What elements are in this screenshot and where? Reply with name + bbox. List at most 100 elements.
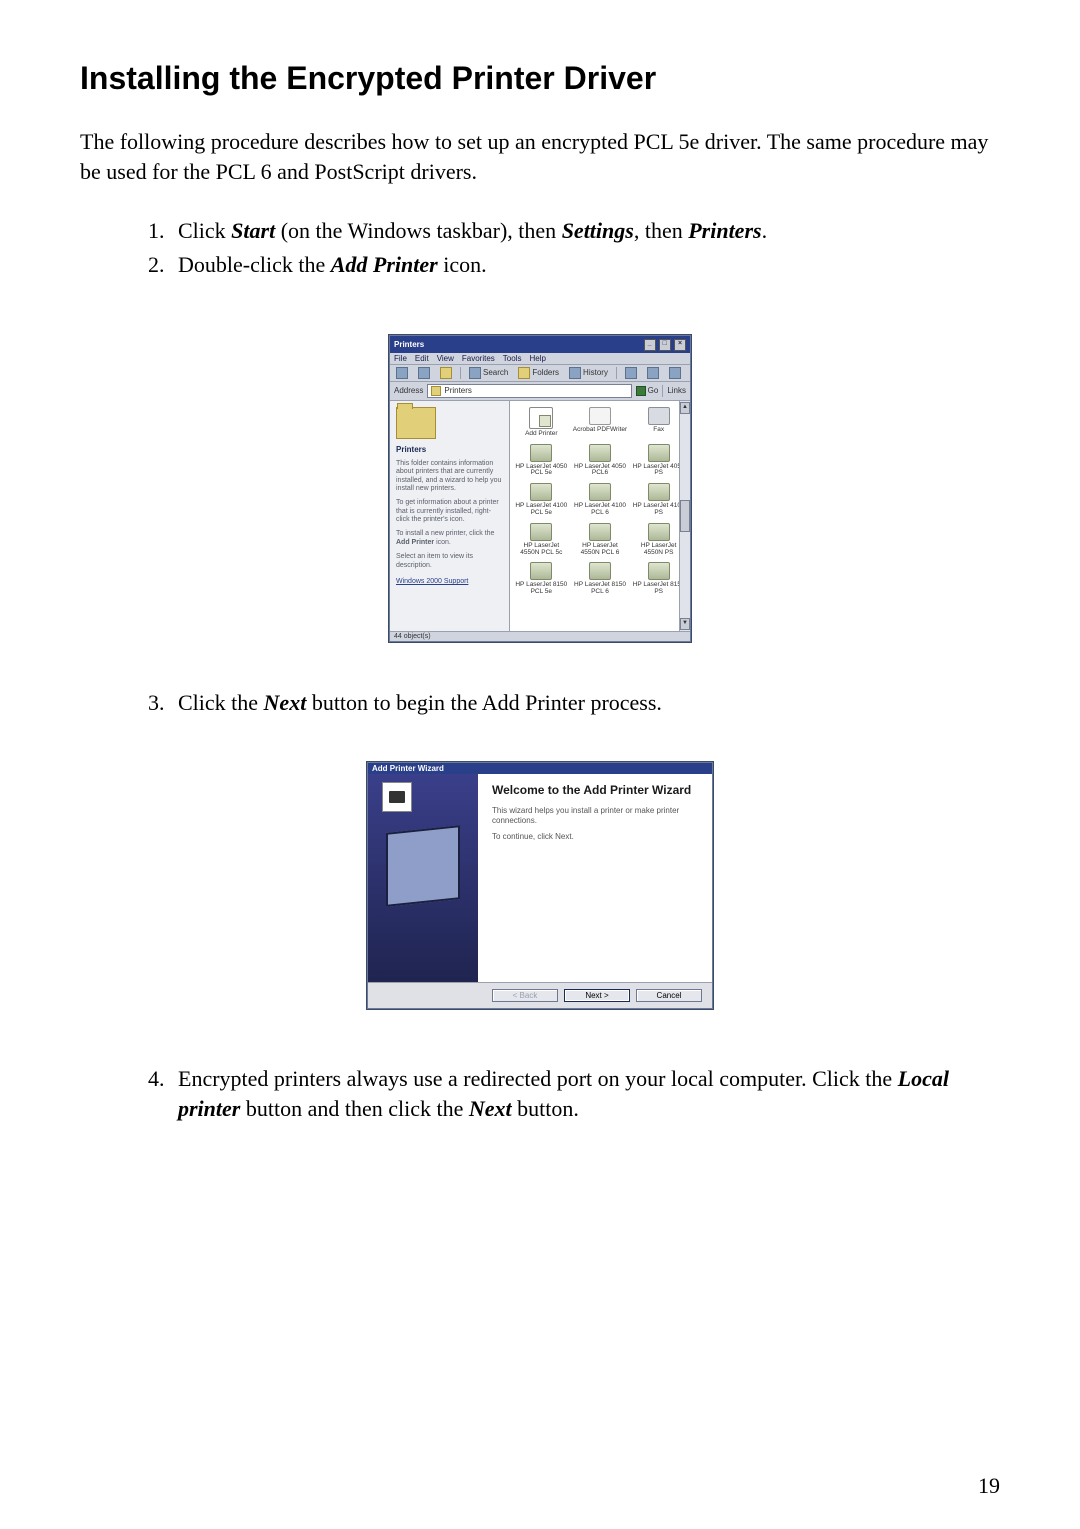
toolbar-separator	[460, 367, 461, 379]
printer-item[interactable]: HP LaserJet 4050 PCL6	[573, 444, 628, 478]
menu-help[interactable]: Help	[529, 354, 545, 363]
printer-icon	[530, 523, 552, 541]
printer-small-icon	[382, 782, 412, 812]
step-text: button and then click the	[240, 1096, 469, 1121]
printer-icon	[530, 483, 552, 501]
item-label: HP LaserJet 4050 PS	[631, 464, 686, 478]
menu-view[interactable]: View	[437, 354, 454, 363]
item-label: HP LaserJet 8150 PCL 5e	[514, 582, 569, 596]
menu-favorites[interactable]: Favorites	[462, 354, 495, 363]
minimize-button[interactable]: _	[644, 339, 656, 351]
item-label: HP LaserJet 4550N PCL 6	[573, 543, 628, 557]
tool-button[interactable]	[667, 367, 683, 379]
printer-item[interactable]: HP LaserJet 8150 PS	[631, 562, 686, 596]
printer-item[interactable]: HP LaserJet 4100 PS	[631, 483, 686, 517]
figure-add-printer-wizard: Add Printer Wizard Welcome to the Add Pr…	[80, 762, 1000, 1009]
search-button[interactable]: Search	[467, 367, 510, 379]
back-button[interactable]	[394, 367, 410, 379]
toolbar-separator	[616, 367, 617, 379]
printer-item[interactable]: HP LaserJet 4050 PS	[631, 444, 686, 478]
wizard-title: Add Printer Wizard	[372, 764, 444, 773]
sidebar-text: Select an item to view its description.	[396, 553, 503, 570]
tool-icon	[669, 367, 681, 379]
printer-item[interactable]: HP LaserJet 4550N PCL 6	[573, 523, 628, 557]
sidebar-text-span: icon.	[434, 539, 451, 546]
search-label: Search	[483, 368, 508, 377]
printer-item[interactable]: Acrobat PDFWriter	[573, 407, 628, 438]
sidebar-text: This folder contains information about p…	[396, 460, 503, 494]
step-emphasis: Next	[264, 690, 307, 715]
tool-button[interactable]	[623, 367, 639, 379]
printer-item[interactable]: HP LaserJet 8150 PCL 6	[573, 562, 628, 596]
menubar: File Edit View Favorites Tools Help	[390, 353, 690, 365]
step-list: Encrypted printers always use a redirect…	[80, 1064, 1000, 1123]
section-heading: Installing the Encrypted Printer Driver	[80, 60, 1000, 97]
up-button[interactable]	[438, 367, 454, 379]
item-label: HP LaserJet 4050 PCL6	[573, 464, 628, 478]
step-text: (on the Windows taskbar), then	[275, 218, 561, 243]
tool-button[interactable]	[645, 367, 661, 379]
window-caption-buttons: _ □ ×	[643, 338, 686, 351]
maximize-button[interactable]: □	[659, 339, 671, 351]
printer-item[interactable]: HP LaserJet 4550N PCL 5c	[514, 523, 569, 557]
wizard-instruction: To continue, click Next.	[492, 832, 698, 842]
printer-item[interactable]: Fax	[631, 407, 686, 438]
forward-button[interactable]	[416, 367, 432, 379]
printer-item[interactable]: HP LaserJet 8150 PCL 5e	[514, 562, 569, 596]
cancel-button[interactable]: Cancel	[636, 989, 702, 1002]
scrollbar[interactable]: ▲ ▼	[679, 401, 690, 631]
item-label: HP LaserJet 4100 PS	[631, 503, 686, 517]
item-label: HP LaserJet 4100 PCL 6	[573, 503, 628, 517]
document-page: Installing the Encrypted Printer Driver …	[0, 0, 1080, 1529]
close-button[interactable]: ×	[674, 339, 686, 351]
next-button[interactable]: Next >	[564, 989, 630, 1002]
printer-item[interactable]: HP LaserJet 4100 PCL 5e	[514, 483, 569, 517]
status-bar: 44 object(s)	[390, 631, 690, 641]
add-printer-wizard-window: Add Printer Wizard Welcome to the Add Pr…	[367, 762, 713, 1009]
step-3: Click the Next button to begin the Add P…	[170, 688, 1000, 718]
back-button: < Back	[492, 989, 558, 1002]
add-printer-item[interactable]: Add Printer	[514, 407, 569, 438]
history-button[interactable]: History	[567, 367, 610, 379]
step-text: Encrypted printers always use a redirect…	[178, 1066, 898, 1091]
printer-item[interactable]: HP LaserJet 4050 PCL 5e	[514, 444, 569, 478]
wizard-content: Welcome to the Add Printer Wizard This w…	[478, 774, 712, 982]
scroll-thumb[interactable]	[680, 500, 690, 532]
window-titlebar[interactable]: Printers _ □ ×	[390, 336, 690, 353]
window-title: Printers	[394, 340, 424, 349]
scroll-up-icon[interactable]: ▲	[680, 402, 690, 414]
wizard-titlebar[interactable]: Add Printer Wizard	[368, 763, 712, 774]
sidebar-text-bold: Add Printer	[396, 539, 434, 546]
folder-icon	[431, 386, 441, 396]
printer-icon	[648, 444, 670, 462]
address-value: Printers	[444, 386, 472, 395]
printer-icon	[648, 562, 670, 580]
printer-large-icon	[386, 826, 460, 908]
wizard-button-row: < Back Next > Cancel	[368, 982, 712, 1008]
printer-icon	[589, 562, 611, 580]
scroll-down-icon[interactable]: ▼	[680, 618, 690, 630]
printer-item[interactable]: HP LaserJet 4100 PCL 6	[573, 483, 628, 517]
menu-file[interactable]: File	[394, 354, 407, 363]
support-link[interactable]: Windows 2000 Support	[396, 578, 468, 585]
printer-icon	[589, 444, 611, 462]
menu-tools[interactable]: Tools	[503, 354, 522, 363]
menu-edit[interactable]: Edit	[415, 354, 429, 363]
step-text: button to begin the Add Printer process.	[306, 690, 662, 715]
tool-icon	[647, 367, 659, 379]
address-field[interactable]: Printers	[427, 384, 631, 398]
sidebar-text-span: To install a new printer, click the	[396, 530, 494, 537]
item-label: HP LaserJet 4050 PCL 5e	[514, 464, 569, 478]
printer-icon	[530, 444, 552, 462]
folders-button[interactable]: Folders	[516, 367, 561, 379]
go-button[interactable]: Go	[636, 386, 659, 396]
printer-icon	[648, 523, 670, 541]
window-body: Printers This folder contains informatio…	[390, 401, 690, 631]
step-text: Click the	[178, 690, 264, 715]
links-label[interactable]: Links	[667, 386, 686, 395]
step-4: Encrypted printers always use a redirect…	[170, 1064, 1000, 1123]
toolbar: Search Folders History	[390, 365, 690, 382]
step-text: Click	[178, 218, 231, 243]
go-label: Go	[648, 386, 659, 395]
printer-item[interactable]: HP LaserJet 4550N PS	[631, 523, 686, 557]
